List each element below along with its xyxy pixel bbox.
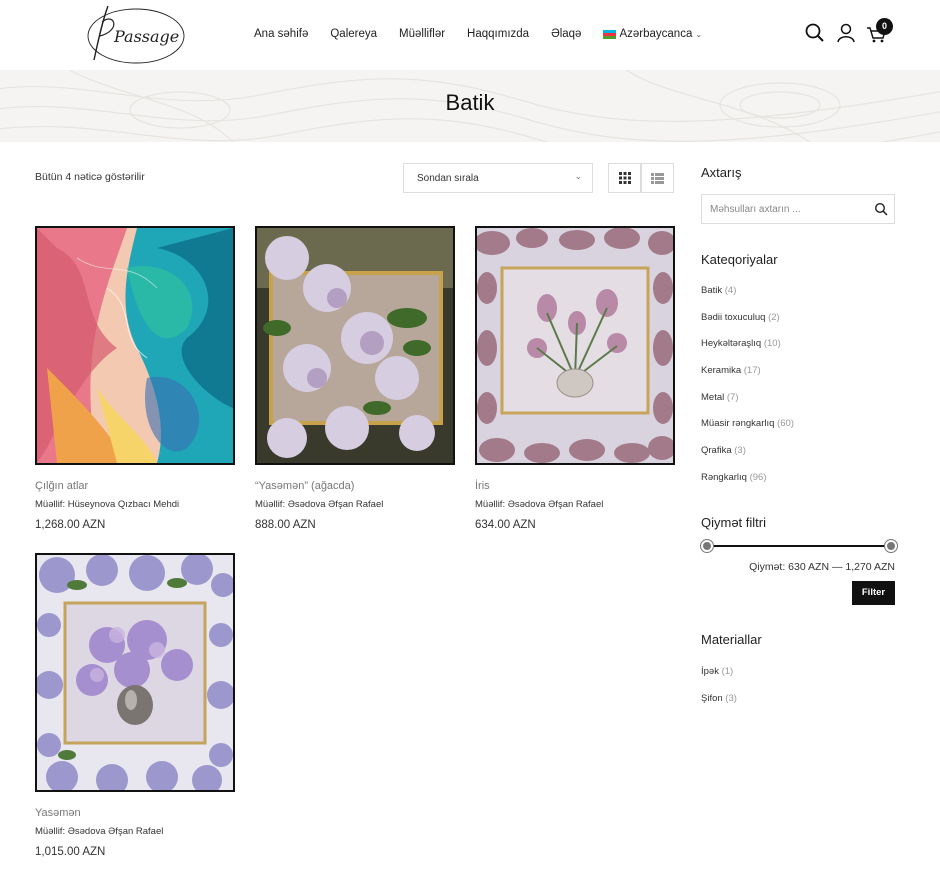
material-item-silk[interactable]: İpək (1)	[701, 666, 737, 693]
search-icon[interactable]	[874, 202, 888, 216]
page-title: Batik	[445, 90, 495, 115]
product-price: 634.00 AZN	[475, 519, 536, 531]
product-author: Müəllif: Əsədova Əfşan Rafael	[35, 826, 164, 837]
chevron-down-icon: ⌄	[695, 29, 703, 39]
grid-icon	[618, 172, 631, 184]
search-icon[interactable]	[804, 22, 826, 44]
category-label: Metal	[701, 391, 725, 403]
category-count: (17)	[743, 365, 761, 377]
nav-contact[interactable]: Əlaqə	[551, 28, 581, 40]
category-label: Müasir rəngkarlıq	[701, 418, 775, 430]
category-count: (4)	[724, 285, 737, 296]
materials-list: İpək (1) Şifon (3)	[701, 666, 737, 720]
category-label: Rəngkarlıq	[701, 471, 747, 483]
material-item-chiffon[interactable]: Şifon (3)	[701, 693, 737, 720]
slider-track	[705, 545, 895, 547]
product-image[interactable]	[475, 226, 675, 465]
category-item-graphics[interactable]: Qrafika (3)	[701, 445, 794, 472]
product-image[interactable]	[35, 553, 235, 792]
category-count: (2)	[768, 311, 780, 323]
product-image[interactable]	[35, 226, 235, 465]
product-card: Yasəmən Müəllif: Əsədova Əfşan Rafael 1,…	[35, 553, 235, 858]
passage-logo[interactable]: Passage	[84, 2, 188, 66]
cart-count-badge: 0	[876, 18, 893, 35]
sort-label: Sondan sırala	[417, 173, 479, 184]
price-filter-title: Qiymət filtri	[701, 515, 766, 530]
category-list: Batik (4) Bədii toxuculuq (2) Heykəltəra…	[701, 285, 794, 499]
category-count: (7)	[726, 391, 739, 403]
category-item-modern-painting[interactable]: Müasir rəngkarlıq (60)	[701, 418, 794, 445]
category-count: (3)	[734, 445, 746, 457]
category-label: Batik	[701, 285, 723, 296]
product-price: 1,015.00 AZN	[35, 846, 106, 858]
product-title[interactable]: Çılğın atlar	[35, 480, 235, 492]
materials-title: Materiallar	[701, 632, 762, 647]
nav-about[interactable]: Haqqımızda	[467, 28, 529, 40]
site-header: Passage Ana səhifə Qalereya Müəlliflər H…	[0, 0, 940, 70]
category-item-sculpture[interactable]: Heykəltəraşlıq (10)	[701, 338, 794, 365]
search-input[interactable]	[702, 195, 862, 223]
product-title[interactable]: İris	[475, 480, 675, 492]
iris-painting	[477, 228, 673, 463]
nav-home[interactable]: Ana səhifə	[254, 28, 308, 40]
search-widget-title: Axtarış	[701, 165, 742, 180]
category-item-painting[interactable]: Rəngkarlıq (96)	[701, 472, 794, 499]
account-icon[interactable]	[835, 22, 857, 44]
category-label: Heykəltəraşlıq	[701, 338, 762, 350]
category-count: (10)	[763, 338, 781, 350]
product-card: Çılğın atlar Müəllif: Hüseynova Qızbacı …	[35, 226, 235, 531]
categories-title: Kateqoriyalar	[701, 252, 778, 267]
price-range-label: Qiymət: 630 AZN — 1,270 AZN	[749, 561, 895, 573]
slider-max-handle[interactable]	[885, 540, 897, 552]
azerbaijan-flag-icon	[603, 29, 617, 39]
material-label: İpək	[701, 666, 719, 677]
filter-button[interactable]: Filter	[852, 581, 895, 605]
product-card: “Yasəmən” (ağacda) Müəllif: Əsədova Əfşa…	[255, 226, 455, 531]
product-author: Müəllif: Əsədova Əfşan Rafael	[475, 499, 604, 510]
slider-min-handle[interactable]	[701, 540, 713, 552]
main-nav: Ana səhifə Qalereya Müəlliflər Haqqımızd…	[254, 28, 724, 40]
lilac-tree-painting	[257, 228, 453, 463]
product-image[interactable]	[255, 226, 455, 465]
product-card: İris Müəllif: Əsədova Əfşan Rafael 634.0…	[475, 226, 675, 531]
product-price: 888.00 AZN	[255, 519, 316, 531]
material-count: (1)	[721, 666, 734, 677]
product-search	[701, 194, 895, 224]
lilac-vase-painting	[37, 555, 233, 790]
page-banner: Batik	[0, 70, 940, 142]
category-label: Qrafika	[701, 445, 732, 457]
product-title[interactable]: Yasəmən	[35, 807, 235, 819]
category-item-ceramics[interactable]: Keramika (17)	[701, 365, 794, 392]
logo-mark: Passage	[87, 5, 185, 64]
header-actions: 0	[804, 18, 897, 44]
category-count: (96)	[749, 471, 767, 483]
product-author: Müəllif: Əsədova Əfşan Rafael	[255, 499, 384, 510]
category-label: Keramika	[701, 365, 742, 377]
result-count: Bütün 4 nəticə göstərilir	[35, 171, 145, 183]
language-switcher[interactable]: Azərbaycanca ⌄	[603, 28, 702, 40]
category-item-batik[interactable]: Batik (4)	[701, 285, 794, 312]
nav-authors[interactable]: Müəlliflər	[399, 28, 445, 40]
material-label: Şifon	[701, 693, 723, 704]
batik-horses-painting	[37, 228, 233, 463]
category-item-textile[interactable]: Bədii toxuculuq (2)	[701, 312, 794, 339]
product-author: Müəllif: Hüseynova Qızbacı Mehdi	[35, 499, 180, 510]
product-title[interactable]: “Yasəmən” (ağacda)	[255, 480, 455, 492]
cart-icon[interactable]: 0	[866, 18, 893, 44]
language-label: Azərbaycanca	[619, 28, 693, 40]
sort-dropdown[interactable]: Sondan sırala ⌄	[403, 163, 593, 193]
list-view-button[interactable]	[641, 163, 674, 193]
product-price: 1,268.00 AZN	[35, 519, 106, 531]
grid-view-button[interactable]	[608, 163, 641, 193]
material-count: (3)	[725, 693, 737, 704]
list-icon	[651, 172, 664, 184]
chevron-down-icon: ⌄	[574, 171, 582, 181]
category-label: Bədii toxuculuq	[701, 311, 766, 323]
logo-text: Passage	[113, 27, 179, 46]
category-count: (60)	[777, 418, 794, 430]
category-item-metal[interactable]: Metal (7)	[701, 392, 794, 419]
nav-gallery[interactable]: Qalereya	[330, 28, 377, 40]
price-range-slider[interactable]	[701, 540, 897, 552]
